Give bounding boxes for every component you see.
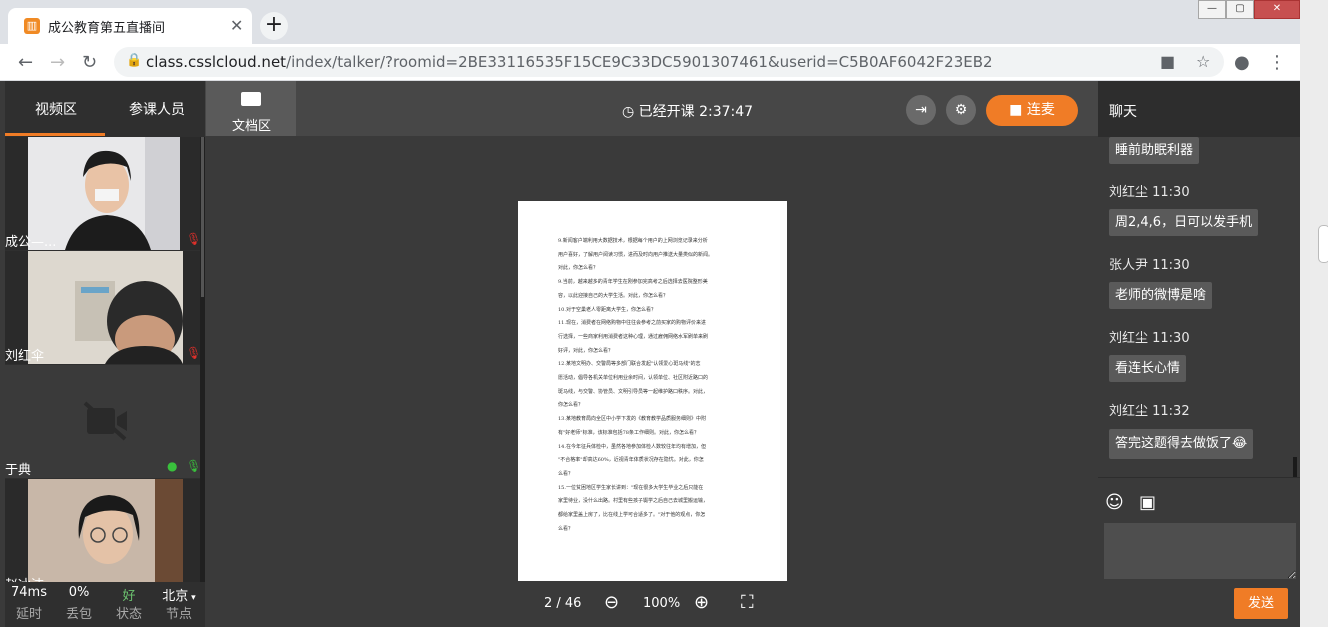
mic-muted-icon: 🎙: [186, 232, 202, 246]
active-tab-indicator: [5, 133, 105, 136]
document-line: 么看？: [558, 470, 574, 477]
chat-input[interactable]: [1104, 523, 1296, 579]
stat-node-value[interactable]: 北京 ▾: [155, 585, 203, 604]
menu-kebab-icon[interactable]: ⋮: [1268, 52, 1286, 73]
chat-bubble: 睡前助眠利器: [1109, 137, 1200, 164]
page-indicator: 2 / 46: [544, 596, 582, 611]
document-line: 15.一位贫困地区学生家长讲到："现在很多大学生毕业之后只能在: [558, 484, 704, 491]
document-line: 愿活动，倡导各机关单位利用业余时间，认领单位、社区附近路口的: [558, 375, 709, 381]
fullscreen-icon[interactable]: ⛶: [741, 592, 754, 613]
zoom-level: 100%: [643, 596, 681, 611]
tab-members[interactable]: 参课人员: [129, 99, 185, 119]
chat-title: 聊天: [1109, 104, 1137, 120]
back-arrow-icon[interactable]: ←: [18, 52, 33, 73]
send-button[interactable]: 发送: [1234, 588, 1288, 619]
video-name: 成公—...: [5, 235, 57, 250]
document-line: 11.现在，消费者在网络购物中往往会参考之前买家的购物评价来进: [558, 320, 706, 327]
document-line: 13.某地教育局向全区中小学下发的《教育教学品质服务细则》中附: [558, 416, 706, 423]
image-upload-icon[interactable]: ▣: [1139, 492, 1156, 513]
document-line: 都给家里盖上房了，比在线上学可合适多了。"对于他的观点，你怎: [558, 512, 706, 518]
video-list-scroll-thumb[interactable]: [201, 137, 204, 297]
chat-scroll-thumb[interactable]: [1293, 457, 1297, 477]
mic-muted-icon: 🎙: [186, 346, 202, 360]
chat-sender: 刘红尘 11:30: [1109, 185, 1190, 200]
document-line: 对此，你怎么看？: [558, 265, 599, 272]
document-line: 容，以此迎接自己的大学生活。对此，你怎么看？: [558, 292, 669, 299]
network-stats: 74ms 延时 0% 丢包 好 状态 北京 ▾ 节点: [5, 582, 205, 627]
profile-avatar-icon[interactable]: ●: [1234, 52, 1250, 73]
document-line: 行选择，一些商家利用消费者这种心理，通过雇佣网络水军刷单来刷: [558, 333, 709, 340]
forward-arrow-icon[interactable]: →: [50, 52, 65, 73]
document-line: "不合格率"却高达60%，近视青年体质状况存在隐忧。对此，你怎: [558, 457, 704, 464]
video-name: 刘红伞: [5, 349, 45, 364]
stat-node-label: 节点: [165, 607, 192, 622]
video-name: 于典: [5, 463, 32, 478]
document-line: 好评，对此，你怎么看？: [558, 347, 614, 354]
chat-bubble: 看连长心情: [1109, 355, 1187, 382]
stat-latency-value: 74ms: [11, 585, 47, 600]
document-line: 家里待业，没什么出路。村里有些孩子辍学之后自己去城里搬运输，: [558, 498, 709, 505]
document-line: 有"好老师"标准，该标准包括78条工作细则。对此，你怎么看？: [558, 429, 699, 436]
class-timer: ◷ 已经开课 2:37:47: [622, 104, 754, 120]
document-line: 10.对于空巢老人零距离大学生，你怎么看？: [558, 306, 656, 313]
stat-latency-label: 延时: [15, 607, 42, 622]
chat-sender: 张人尹 11:30: [1109, 258, 1190, 273]
document-line: 你怎么看？: [558, 402, 584, 409]
camera-icon[interactable]: ■: [1160, 52, 1175, 71]
chat-bubble: 答完这题得去做饭了😂: [1109, 429, 1254, 459]
stat-loss-value: 0%: [68, 585, 90, 600]
tab-title: 成公教育第五直播间: [48, 21, 166, 36]
zoom-in-icon[interactable]: ⊕: [694, 592, 709, 613]
stat-status-value: 好: [122, 589, 136, 604]
video-tile[interactable]: [5, 479, 200, 582]
user-online-icon: ●: [167, 459, 178, 473]
address-bar[interactable]: 🔒 class.csslcloud.net/index/talker/?room…: [114, 47, 1224, 77]
page-scroll-thumb[interactable]: [1318, 225, 1328, 263]
folder-icon: [241, 92, 261, 106]
document-line: 12.某地文明办、交警局等多部门联合发起"认领爱心斑马线"的志: [558, 361, 701, 368]
chat-sender: 刘红尘 11:30: [1109, 331, 1190, 346]
page-scrollbar[interactable]: [1300, 0, 1328, 627]
document-line: 斑马线，与交警、协管员、文明引导员等一起维护路口秩序。对此，: [558, 388, 709, 395]
document-line: 么看？: [558, 525, 574, 532]
document-line: 9.当前，越来越多的青年学生在刚参加完高考之后选择去医院整形美: [558, 279, 708, 286]
mic-on-icon: 🎙: [186, 459, 202, 473]
exit-button[interactable]: ⇥: [906, 95, 936, 125]
bookmark-star-icon[interactable]: ☆: [1196, 52, 1210, 71]
browser-tab[interactable]: ▥ 成公教育第五直播间 ✕: [8, 8, 252, 44]
new-tab-button[interactable]: +: [260, 12, 288, 40]
site-favicon-icon: ▥: [24, 18, 40, 34]
tab-documents-label: 文档区: [232, 119, 272, 134]
chat-bubble: 周2,4,6，日可以发手机: [1109, 209, 1259, 236]
url-text: class.csslcloud.net/index/talker/?roomid…: [146, 53, 993, 71]
document-line: 9.新闻客户端利用大数据技术，根据每个用户的上网浏览记录来分析: [558, 238, 708, 244]
stat-loss-label: 丢包: [65, 607, 92, 622]
reload-icon[interactable]: ↻: [82, 52, 97, 73]
window-maximize-button[interactable]: ▢: [1226, 0, 1254, 19]
browser-toolbar: ← → ↻ 🔒 class.csslcloud.net/index/talker…: [0, 44, 1300, 81]
document-line: 14.在今年征兵体检中，虽然各地参加体检人数较往年均有增加，但: [558, 443, 706, 450]
settings-gear-icon[interactable]: ⚙: [946, 95, 976, 125]
window-close-button[interactable]: ✕: [1254, 0, 1300, 19]
lock-icon: 🔒: [126, 53, 143, 68]
lianmai-button[interactable]: ■ 连麦: [986, 95, 1078, 126]
document-line: 用户喜好，了解用户阅读习惯，进而及时向用户推送大量类似的新闻。: [558, 251, 714, 258]
chat-sender: 刘红尘 11:32: [1109, 404, 1190, 419]
stat-status-label: 状态: [115, 607, 142, 622]
chat-bubble: 老师的微博是啥: [1109, 282, 1213, 309]
tab-close-icon[interactable]: ✕: [230, 16, 243, 35]
window-minimize-button[interactable]: —: [1198, 0, 1226, 19]
video-person-image: [5, 479, 200, 582]
tab-video[interactable]: 视频区: [35, 99, 77, 119]
document-page: 9.新闻客户端利用大数据技术，根据每个用户的上网浏览记录来分析 用户喜好，了解用户…: [518, 201, 787, 581]
zoom-out-icon[interactable]: ⊖: [604, 592, 619, 613]
emoji-icon[interactable]: ☺: [1105, 492, 1124, 513]
